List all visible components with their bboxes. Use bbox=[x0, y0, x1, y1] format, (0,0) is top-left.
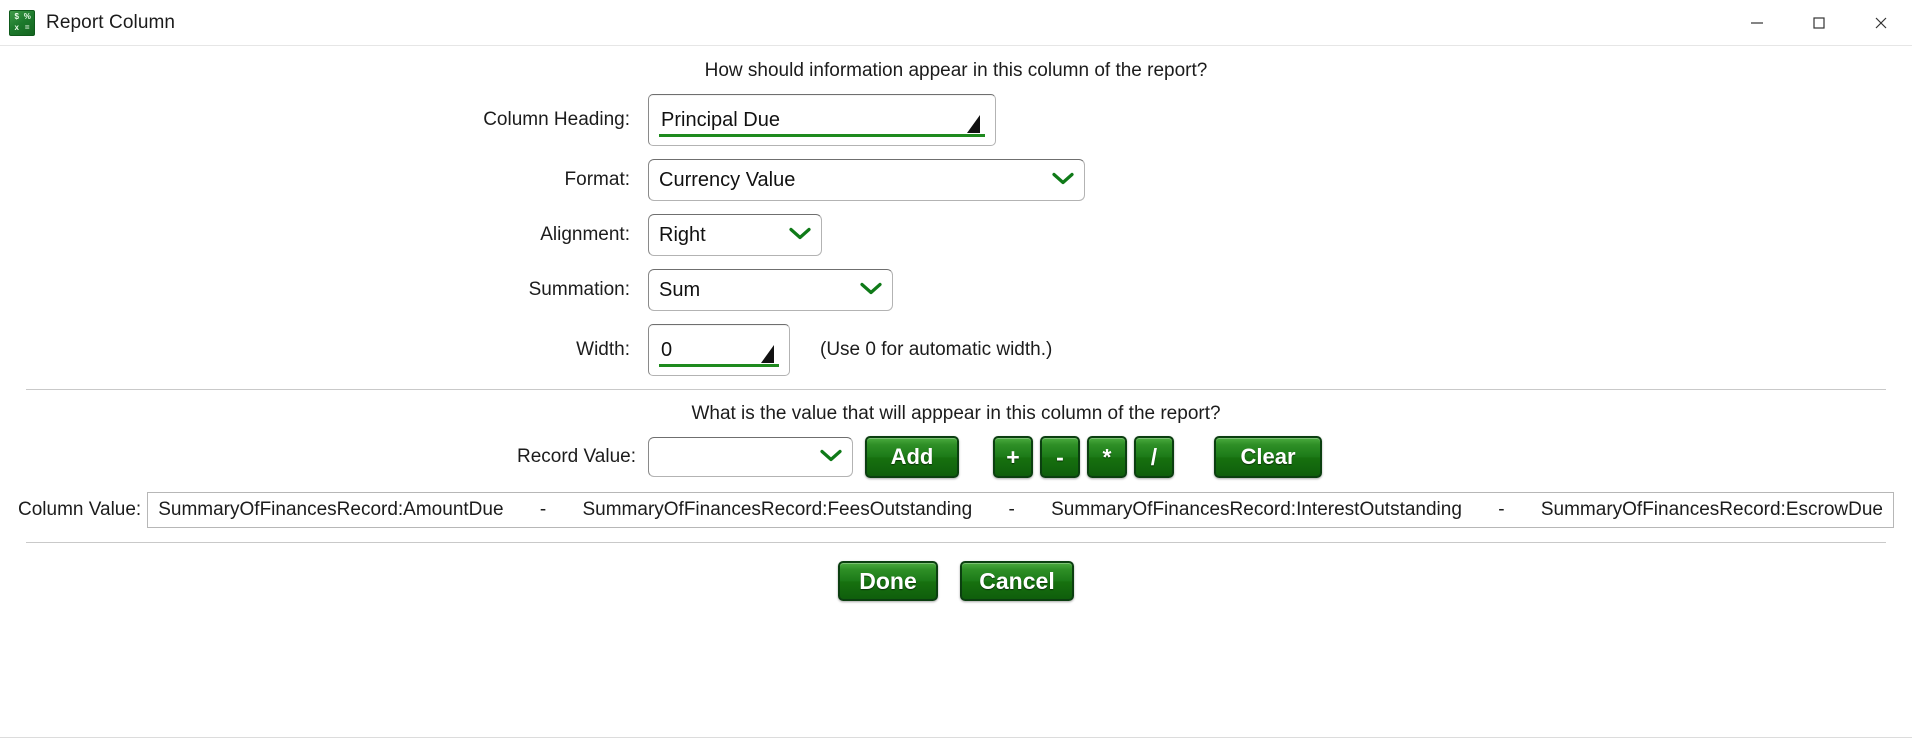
alignment-select[interactable]: Right bbox=[648, 214, 822, 256]
alignment-value: Right bbox=[659, 223, 706, 246]
calculator-icon: $ % x = bbox=[9, 9, 35, 36]
divide-button[interactable]: / bbox=[1134, 436, 1174, 478]
icon-glyph-times: x bbox=[14, 22, 19, 32]
icon-glyph-percent: % bbox=[23, 12, 31, 22]
column-value-operator: - bbox=[539, 499, 547, 520]
width-hint: (Use 0 for automatic width.) bbox=[820, 339, 1053, 360]
minus-button[interactable]: - bbox=[1040, 436, 1080, 478]
chevron-down-icon bbox=[820, 446, 842, 469]
dialog-content: How should information appear in this co… bbox=[0, 46, 1912, 756]
record-value-label: Record Value: bbox=[517, 446, 636, 467]
column-value-operator: - bbox=[1008, 499, 1015, 520]
operator-buttons: + - * / bbox=[993, 436, 1174, 478]
record-value-row: Record Value: Add + - * / Clear bbox=[0, 436, 1912, 478]
summation-value: Sum bbox=[659, 278, 701, 301]
maximize-icon bbox=[1813, 16, 1825, 29]
title-bar: $ % x = Report Column bbox=[0, 0, 1912, 46]
row-summation: Summation: Sum bbox=[0, 269, 1912, 311]
width-input[interactable]: 0 bbox=[648, 324, 790, 376]
row-width: Width: 0 (Use 0 for automatic width.) bbox=[0, 324, 1912, 376]
maximize-button[interactable] bbox=[1788, 0, 1850, 45]
minimize-icon bbox=[1751, 21, 1763, 24]
icon-glyph-equals: = bbox=[24, 22, 30, 32]
plus-button[interactable]: + bbox=[993, 436, 1033, 478]
value-section: What is the value that will apppear in t… bbox=[0, 390, 1912, 528]
column-value-display[interactable]: SummaryOfFinancesRecord:AmountDue - Summ… bbox=[147, 492, 1894, 528]
column-heading-value: Principal Due bbox=[661, 108, 780, 131]
alignment-label: Alignment: bbox=[540, 224, 630, 245]
record-value-select[interactable] bbox=[648, 437, 853, 477]
pen-nib-icon bbox=[751, 342, 777, 368]
column-value-label: Column Value: bbox=[18, 499, 142, 520]
add-button[interactable]: Add bbox=[865, 436, 959, 478]
row-column-heading: Column Heading: Principal Due bbox=[0, 94, 1912, 146]
width-value: 0 bbox=[661, 338, 673, 361]
close-icon bbox=[1875, 17, 1887, 28]
clear-button[interactable]: Clear bbox=[1214, 436, 1322, 478]
pen-nib-icon bbox=[957, 112, 983, 138]
format-value: Currency Value bbox=[659, 168, 796, 191]
minimize-button[interactable] bbox=[1726, 0, 1788, 45]
dialog-footer: Done Cancel bbox=[0, 561, 1912, 601]
section-divider-bottom bbox=[26, 542, 1886, 543]
format-label: Format: bbox=[564, 169, 630, 190]
chevron-down-icon bbox=[860, 279, 882, 302]
width-label: Width: bbox=[576, 339, 630, 360]
column-heading-underline bbox=[659, 134, 985, 137]
multiply-button[interactable]: * bbox=[1087, 436, 1127, 478]
value-prompt: What is the value that will apppear in t… bbox=[691, 403, 1221, 424]
column-value-operator: - bbox=[1498, 499, 1505, 520]
appearance-prompt: How should information appear in this co… bbox=[704, 60, 1208, 81]
column-heading-label: Column Heading: bbox=[483, 109, 630, 130]
column-heading-input[interactable]: Principal Due bbox=[648, 94, 996, 146]
column-value-token: SummaryOfFinancesRecord:AmountDue bbox=[158, 499, 504, 520]
window-title: Report Column bbox=[46, 11, 176, 33]
appearance-form: Column Heading: Principal Due Format: Cu… bbox=[0, 94, 1912, 376]
summation-label: Summation: bbox=[528, 279, 630, 300]
done-button[interactable]: Done bbox=[838, 561, 938, 601]
icon-glyph-dollar: $ bbox=[14, 12, 19, 22]
row-alignment: Alignment: Right bbox=[0, 214, 1912, 256]
row-format: Format: Currency Value bbox=[0, 159, 1912, 201]
close-button[interactable] bbox=[1850, 0, 1912, 45]
column-value-token: SummaryOfFinancesRecord:FeesOutstanding bbox=[582, 499, 973, 520]
bottom-rule bbox=[0, 737, 1912, 738]
column-value-token: SummaryOfFinancesRecord:EscrowDue bbox=[1540, 499, 1883, 520]
column-value-token: SummaryOfFinancesRecord:InterestOutstand… bbox=[1051, 499, 1462, 520]
format-select[interactable]: Currency Value bbox=[648, 159, 1085, 201]
column-value-row: Column Value: SummaryOfFinancesRecord:Am… bbox=[0, 492, 1912, 528]
summation-select[interactable]: Sum bbox=[648, 269, 893, 311]
cancel-button[interactable]: Cancel bbox=[960, 561, 1074, 601]
chevron-down-icon bbox=[1052, 169, 1074, 192]
chevron-down-icon bbox=[789, 224, 811, 247]
window-controls bbox=[1726, 0, 1912, 45]
